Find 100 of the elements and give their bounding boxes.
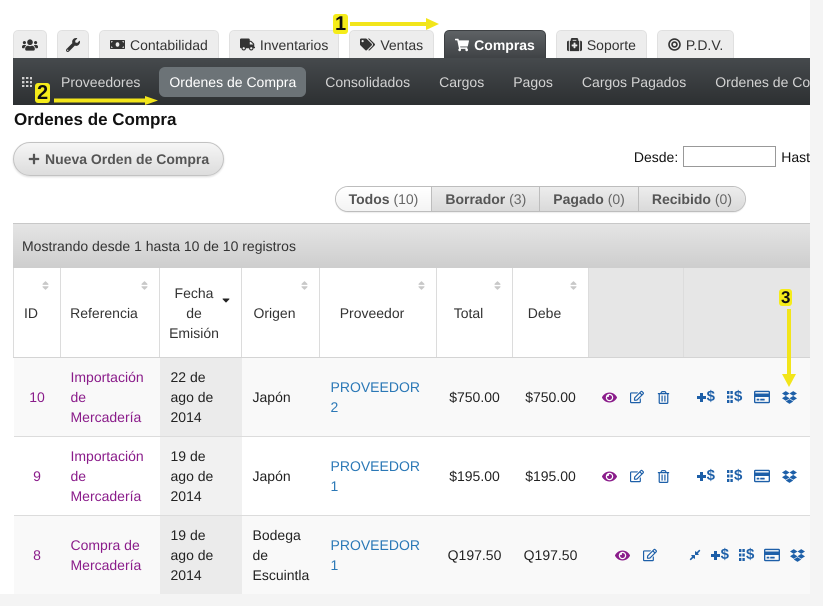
card-button[interactable] (754, 468, 770, 484)
table-cell: 8 (14, 516, 60, 594)
edit-button[interactable] (630, 469, 644, 483)
tab[interactable]: Compras (444, 30, 546, 58)
plus-icon (28, 153, 40, 165)
dotted-bar-icon (739, 549, 745, 561)
wrench-icon (66, 38, 80, 52)
nav-item[interactable]: Consolidados (315, 66, 420, 96)
dotted-bar-icon (727, 391, 733, 403)
dotted-dollar-button[interactable]: $ (727, 389, 742, 405)
column-header[interactable]: Proveedor (320, 268, 436, 358)
column-header[interactable]: Referencia (60, 268, 160, 358)
table-cell: Bodega de Escuintla (242, 516, 320, 594)
plus-icon (696, 392, 706, 402)
trash-icon (657, 470, 670, 482)
table-cell: 19 de ago de 2014 (160, 516, 242, 594)
box-button[interactable] (782, 468, 798, 484)
reference-link[interactable]: Importación de Mercadería (70, 446, 148, 506)
edit-icon (630, 469, 644, 483)
eye-icon (615, 548, 630, 562)
box-button[interactable] (790, 548, 806, 562)
tags-icon (360, 37, 376, 52)
view-button[interactable] (615, 548, 630, 562)
delete-button[interactable] (657, 470, 670, 482)
dotted-dollar-button[interactable]: $ (727, 468, 742, 484)
nav-item[interactable]: Ordenes de Compra (159, 66, 306, 96)
grid-icon[interactable] (22, 76, 32, 86)
edit-icon (643, 548, 657, 562)
compress-button[interactable] (688, 549, 701, 561)
page-title: Ordenes de Compra (14, 110, 178, 130)
box-icon (782, 390, 798, 404)
card-button[interactable] (754, 389, 770, 405)
edit-button[interactable] (643, 548, 657, 562)
tab[interactable] (13, 30, 47, 58)
status-filter-button[interactable]: Todos (10) (336, 187, 432, 211)
callout-number: 2 (35, 83, 50, 103)
new-order-button[interactable]: Nueva Orden de Compra (13, 142, 224, 176)
nav-item[interactable]: Ordenes de Co (705, 66, 810, 96)
plus-dollar-button[interactable]: $ (696, 389, 715, 405)
supplier-link[interactable]: PROVEEDOR 2 (330, 377, 426, 417)
column-header[interactable]: Fecha de Emisión (160, 268, 242, 358)
nav-item[interactable]: Cargos (429, 66, 494, 96)
plus-icon (710, 550, 720, 560)
trash-icon (657, 390, 670, 404)
callout-number: 1 (333, 14, 348, 34)
column-header[interactable]: Debe (512, 268, 588, 358)
table-cell: 19 de ago de 2014 (160, 436, 242, 516)
supplier-link[interactable]: PROVEEDOR 1 (330, 535, 426, 575)
plus-dollar-button[interactable]: $ (710, 547, 729, 563)
column-header[interactable]: Total (436, 268, 512, 358)
tab[interactable]: P.D.V. (656, 30, 734, 58)
records-info-bar: Mostrando desde 1 hasta 10 de 10 registros (13, 223, 810, 268)
reference-link[interactable]: Compra de Mercadería (70, 535, 148, 575)
box-icon (782, 468, 798, 484)
cart-icon (455, 38, 470, 52)
tab[interactable]: Inventarios (228, 30, 340, 58)
target-icon (668, 38, 681, 51)
view-button[interactable] (602, 468, 617, 484)
box-icon (790, 548, 806, 562)
column-header[interactable]: ID (14, 268, 60, 358)
delete-button[interactable] (657, 390, 670, 404)
date-to-label: Hast (781, 148, 810, 164)
callout-number: 3 (779, 289, 792, 306)
tab[interactable]: Soporte (556, 30, 647, 58)
plus-dollar-button[interactable]: $ (696, 468, 715, 484)
plus-icon (696, 472, 706, 480)
nav-item[interactable]: Cargos Pagados (572, 66, 696, 96)
card-button[interactable] (764, 547, 780, 563)
reference-link[interactable]: Importación de Mercadería (70, 367, 148, 427)
dotted-dollar-button[interactable]: $ (739, 547, 754, 563)
eye-icon (602, 468, 617, 484)
credit-card-icon (754, 468, 770, 484)
status-filter-button[interactable]: Pagado (0) (539, 187, 638, 211)
supplier-link[interactable]: PROVEEDOR 1 (330, 456, 426, 496)
status-filter-button[interactable]: Borrador (3) (431, 187, 540, 211)
dotted-bar-icon (727, 470, 733, 482)
table-cell: 22 de ago de 2014 (160, 358, 242, 436)
eye-icon (602, 390, 617, 404)
tab[interactable]: Contabilidad (99, 30, 219, 58)
nav-item[interactable]: Pagos (503, 66, 563, 96)
table-cell: Q197.50 (512, 516, 588, 594)
box-button[interactable] (782, 390, 798, 404)
credit-card-icon (764, 547, 780, 563)
date-field[interactable] (683, 146, 776, 167)
nav-item[interactable]: Proveedores (51, 66, 150, 96)
status-filter-button[interactable]: Recibido (0) (638, 187, 745, 211)
column-header[interactable]: Origen (242, 268, 320, 358)
table-cell: Q197.50 (436, 516, 512, 594)
edit-button[interactable] (630, 390, 644, 404)
date-from-label: Desde: (634, 148, 678, 164)
users-icon (22, 36, 38, 52)
compress-icon (688, 549, 701, 561)
tab[interactable] (57, 30, 89, 58)
medkit-icon (566, 37, 582, 52)
truck-icon (240, 37, 255, 52)
credit-card-icon (754, 389, 770, 405)
view-button[interactable] (602, 390, 617, 404)
banknote-icon (110, 37, 125, 52)
edit-icon (630, 390, 644, 404)
tab[interactable]: Ventas (349, 30, 434, 58)
